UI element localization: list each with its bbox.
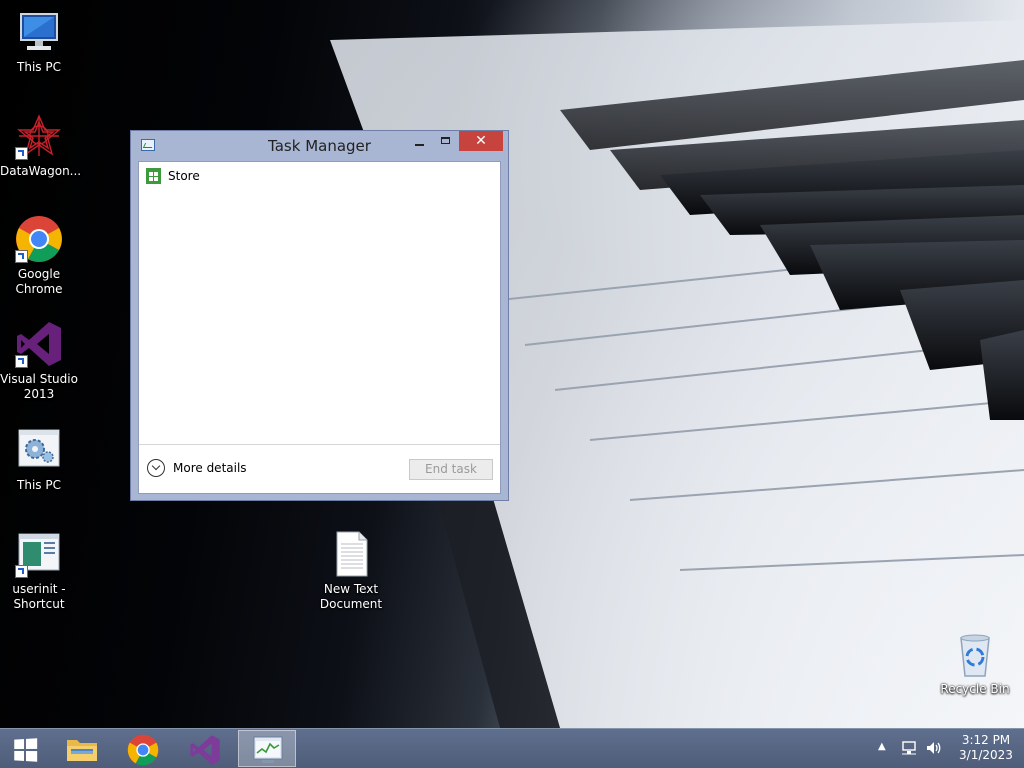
more-details-label: More details: [173, 461, 247, 475]
visual-studio-icon: [190, 735, 220, 765]
desktop: This PC DataWagon... Google Chrome Visua…: [0, 0, 1024, 768]
shortcut-arrow-icon: [15, 565, 28, 578]
desktop-icon-datawagon[interactable]: DataWagon...: [0, 112, 82, 179]
app-name: Store: [168, 169, 200, 183]
clock[interactable]: 3:12 PM 3/1/2023: [956, 733, 1016, 763]
desktop-icon-google-chrome[interactable]: Google Chrome: [0, 215, 78, 297]
end-task-button[interactable]: End task: [409, 459, 493, 480]
minimize-icon: [415, 144, 424, 146]
desktop-icon-label: Recycle Bin: [940, 682, 1010, 696]
desktop-icon-label: New Text Document: [319, 582, 383, 611]
visual-studio-icon: [15, 320, 63, 368]
shortcut-arrow-icon: [15, 147, 28, 160]
task-manager-app-list: Store More details End task: [138, 161, 501, 494]
taskbar-task-manager[interactable]: [238, 730, 296, 767]
app-list-item-store[interactable]: Store: [139, 166, 500, 188]
maximize-button[interactable]: [433, 131, 459, 151]
shortcut-arrow-icon: [15, 355, 28, 368]
chrome-icon: [15, 215, 63, 263]
shortcut-arrow-icon: [15, 250, 28, 263]
desktop-icon-new-text-document[interactable]: New Text Document: [312, 530, 390, 612]
chevron-down-icon: [147, 459, 165, 477]
show-hidden-icons-chevron-icon[interactable]: ▲: [878, 741, 886, 752]
desktop-icon-label: userinit - Shortcut: [12, 582, 66, 611]
text-document-icon: [327, 530, 375, 578]
desktop-icon-label: DataWagon...: [0, 164, 82, 178]
taskbar-visual-studio[interactable]: [176, 730, 234, 767]
clock-date: 3/1/2023: [959, 748, 1013, 762]
chrome-icon: [127, 734, 159, 766]
task-manager-icon: [253, 736, 283, 763]
computer-icon: [15, 8, 63, 56]
desktop-icon-label: Visual Studio 2013: [0, 372, 78, 401]
taskbar: ▲ 3:12 PM 3/1/2023: [0, 728, 1024, 768]
maximize-icon: [441, 137, 450, 144]
desktop-icon-this-pc-2[interactable]: This PC: [0, 426, 78, 493]
folder-icon: [67, 740, 97, 761]
settings-gear-icon: [15, 426, 63, 474]
start-button[interactable]: [0, 730, 50, 767]
taskbar-google-chrome[interactable]: [114, 730, 172, 767]
clock-time: 3:12 PM: [961, 733, 1011, 747]
desktop-icon-recycle-bin[interactable]: Recycle Bin: [936, 630, 1014, 697]
desktop-icon-this-pc[interactable]: This PC: [0, 8, 78, 75]
userinit-icon: [15, 530, 63, 578]
desktop-icon-label: This PC: [17, 478, 61, 492]
system-tray: ▲ 3:12 PM 3/1/2023: [864, 729, 1024, 768]
task-manager-footer: More details End task: [139, 444, 500, 493]
desktop-icon-visual-studio[interactable]: Visual Studio 2013: [0, 320, 78, 402]
datawagon-icon: [15, 112, 63, 160]
desktop-icon-userinit-shortcut[interactable]: userinit - Shortcut: [0, 530, 78, 612]
volume-icon[interactable]: [926, 740, 942, 756]
task-manager-window[interactable]: Task Manager ✕ Store More details End ta…: [130, 130, 509, 501]
desktop-icon-label: Google Chrome: [15, 267, 63, 296]
network-icon[interactable]: [902, 741, 916, 755]
taskbar-file-explorer[interactable]: [52, 730, 110, 767]
close-icon: ✕: [475, 133, 487, 149]
minimize-button[interactable]: [406, 131, 433, 151]
close-button[interactable]: ✕: [459, 131, 503, 151]
task-manager-titlebar[interactable]: Task Manager ✕: [131, 131, 508, 161]
store-icon: [146, 168, 161, 184]
recycle-bin-icon: [951, 630, 999, 678]
desktop-icon-label: This PC: [17, 60, 61, 74]
windows-logo-icon: [14, 738, 38, 762]
